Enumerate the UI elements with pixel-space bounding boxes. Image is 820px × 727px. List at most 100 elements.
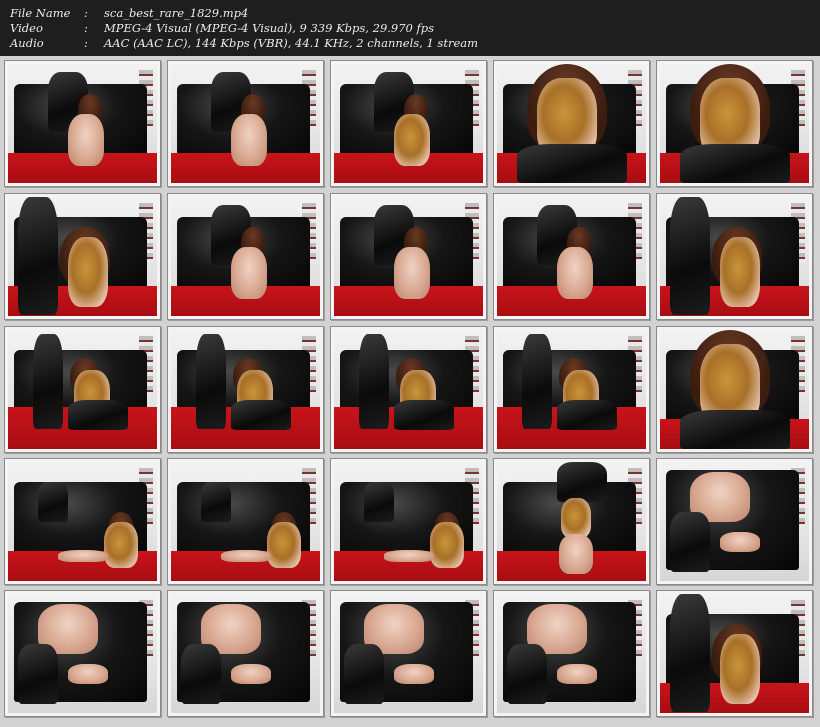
- info-separator: :: [84, 36, 88, 50]
- video-thumbnail: [656, 590, 813, 717]
- thumbnail-frame: [334, 197, 483, 316]
- coat-shape: [364, 482, 394, 522]
- figure-shape: [394, 247, 430, 299]
- thumbnail-frame: [660, 64, 809, 183]
- thumbnail-frame: [171, 330, 320, 449]
- thumbnail-frame: [8, 197, 157, 316]
- thumbnail-frame: [660, 462, 809, 581]
- video-thumbnail: [167, 458, 324, 585]
- coat-shape: [670, 197, 710, 315]
- figure-shape: [104, 522, 138, 568]
- figure-shape: [231, 114, 267, 166]
- thumbnail-frame: [660, 197, 809, 316]
- figure-shape: [267, 522, 301, 568]
- video-thumbnail: [330, 326, 487, 453]
- thumbnail-frame: [334, 330, 483, 449]
- figure-shape: [720, 634, 760, 704]
- coat-shape: [670, 512, 710, 572]
- coat-shape: [231, 400, 291, 430]
- coat-shape: [670, 594, 710, 712]
- info-value: AAC (AAC LC), 144 Kbps (VBR), 44.1 KHz, …: [104, 36, 479, 50]
- thumbnail-frame: [334, 64, 483, 183]
- figure-shape: [559, 534, 593, 574]
- thumbnail-frame: [660, 330, 809, 449]
- coat-shape: [557, 462, 607, 502]
- info-row-audio: Audio : AAC (AAC LC), 144 Kbps (VBR), 44…: [0, 36, 820, 51]
- figure-shape: [561, 498, 591, 538]
- info-separator: :: [84, 6, 88, 20]
- info-separator: :: [84, 21, 88, 35]
- figure-shape: [430, 522, 464, 568]
- video-thumbnail: [493, 60, 650, 187]
- figure-shape: [394, 114, 430, 166]
- media-info-header: File Name : sca_best_rare_1829.mp4 Video…: [0, 0, 820, 56]
- coat-shape: [33, 334, 63, 429]
- video-thumbnail: [493, 458, 650, 585]
- figure-shape: [384, 550, 434, 562]
- coat-shape: [196, 334, 226, 429]
- video-thumbnail: [330, 60, 487, 187]
- figure-shape: [68, 664, 108, 684]
- video-thumbnail: [330, 458, 487, 585]
- figure-shape: [231, 247, 267, 299]
- video-thumbnail: [4, 458, 161, 585]
- video-thumbnail: [4, 326, 161, 453]
- info-label: Audio: [10, 36, 44, 50]
- video-thumbnail: [4, 60, 161, 187]
- figure-shape: [221, 550, 271, 562]
- video-thumbnail: [656, 326, 813, 453]
- video-thumbnail: [4, 193, 161, 320]
- contact-sheet: File Name : sca_best_rare_1829.mp4 Video…: [0, 0, 820, 727]
- thumbnail-frame: [171, 594, 320, 713]
- thumbnail-frame: [171, 197, 320, 316]
- video-thumbnail: [167, 60, 324, 187]
- thumbnail-frame: [660, 594, 809, 713]
- coat-shape: [18, 197, 58, 315]
- thumbnail-frame: [497, 330, 646, 449]
- video-thumbnail: [493, 590, 650, 717]
- video-thumbnail: [4, 590, 161, 717]
- thumbnail-frame: [8, 462, 157, 581]
- info-value: MPEG-4 Visual (MPEG-4 Visual), 9 339 Kbp…: [104, 21, 435, 35]
- thumbnail-frame: [171, 64, 320, 183]
- figure-shape: [557, 664, 597, 684]
- video-thumbnail: [167, 590, 324, 717]
- thumbnail-frame: [8, 330, 157, 449]
- coat-shape: [38, 482, 68, 522]
- coat-shape: [68, 400, 128, 430]
- coat-shape: [344, 644, 384, 704]
- figure-shape: [557, 247, 593, 299]
- coat-shape: [201, 482, 231, 522]
- coat-shape: [557, 400, 617, 430]
- info-row-file-name: File Name : sca_best_rare_1829.mp4: [0, 6, 820, 21]
- coat-shape: [507, 644, 547, 704]
- coat-shape: [18, 644, 58, 704]
- thumbnail-frame: [497, 64, 646, 183]
- thumbnail-frame: [497, 462, 646, 581]
- video-thumbnail: [330, 193, 487, 320]
- coat-shape: [181, 644, 221, 704]
- figure-shape: [58, 550, 108, 562]
- coat-shape: [517, 144, 627, 183]
- thumbnail-frame: [334, 594, 483, 713]
- figure-shape: [231, 664, 271, 684]
- figure-shape: [720, 237, 760, 307]
- figure-shape: [720, 532, 760, 552]
- coat-shape: [680, 410, 790, 449]
- video-thumbnail: [493, 326, 650, 453]
- info-row-video: Video : MPEG-4 Visual (MPEG-4 Visual), 9…: [0, 21, 820, 36]
- coat-shape: [394, 400, 454, 430]
- coat-shape: [522, 334, 552, 429]
- thumbnail-frame: [497, 594, 646, 713]
- coat-shape: [359, 334, 389, 429]
- thumbnail-frame: [8, 64, 157, 183]
- video-thumbnail: [656, 60, 813, 187]
- thumbnail-frame: [8, 594, 157, 713]
- figure-shape: [68, 114, 104, 166]
- video-thumbnail: [656, 458, 813, 585]
- thumbnail-frame: [497, 197, 646, 316]
- coat-shape: [680, 144, 790, 183]
- figure-shape: [394, 664, 434, 684]
- info-label: File Name: [10, 6, 71, 20]
- video-thumbnail: [330, 590, 487, 717]
